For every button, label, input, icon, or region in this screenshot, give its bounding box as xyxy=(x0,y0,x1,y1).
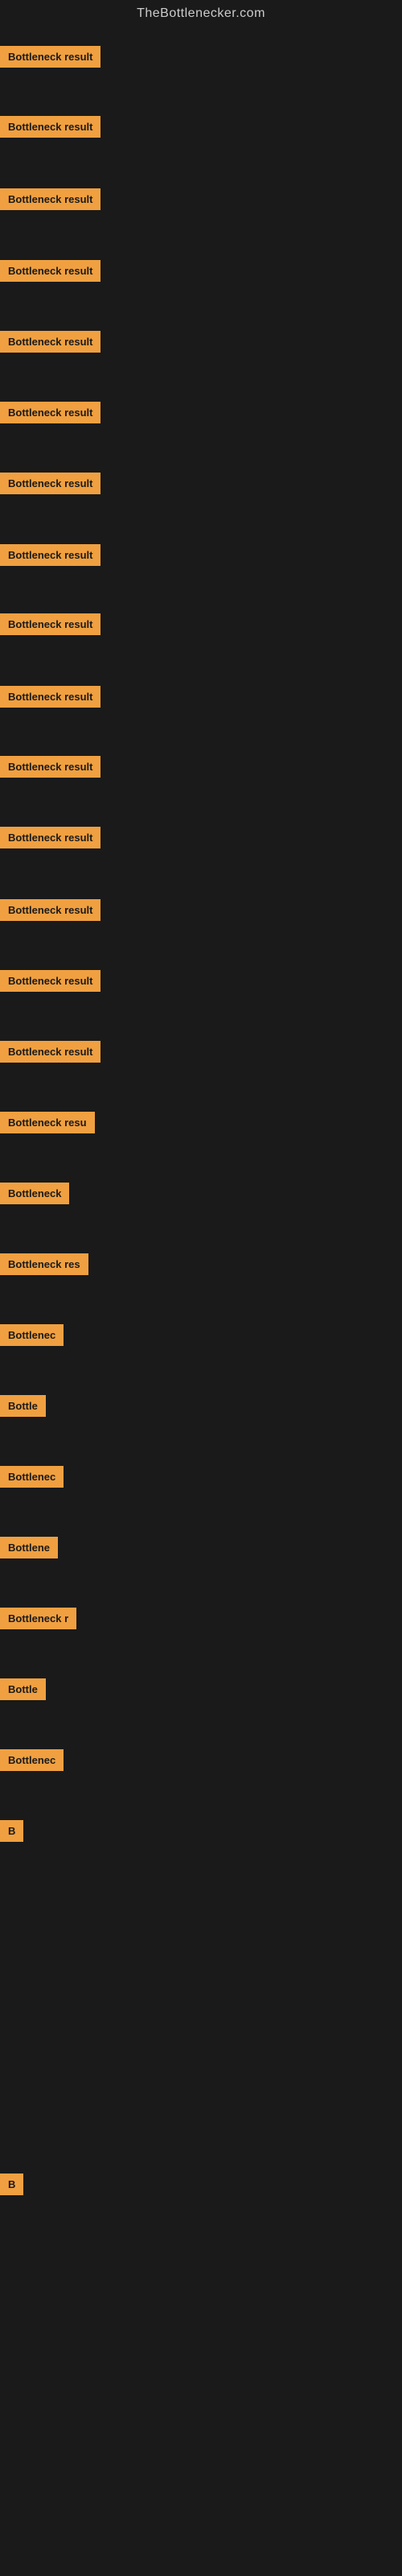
bottleneck-item: Bottleneck xyxy=(0,1183,69,1208)
bottleneck-item: Bottleneck result xyxy=(0,331,100,357)
bottleneck-item: B xyxy=(0,1820,23,1846)
bottleneck-badge[interactable]: Bottlenec xyxy=(0,1466,64,1488)
bottleneck-item: Bottle xyxy=(0,1395,46,1421)
bottleneck-badge[interactable]: Bottleneck res xyxy=(0,1253,88,1275)
bottleneck-item: B xyxy=(0,2174,23,2199)
bottleneck-badge[interactable]: Bottleneck result xyxy=(0,402,100,423)
bottleneck-badge[interactable]: Bottleneck result xyxy=(0,331,100,353)
bottleneck-badge[interactable]: Bottleneck result xyxy=(0,970,100,992)
bottleneck-item: Bottle xyxy=(0,1678,46,1704)
bottleneck-item: Bottleneck resu xyxy=(0,1112,95,1137)
bottleneck-item: Bottleneck result xyxy=(0,260,100,286)
bottleneck-badge[interactable]: Bottleneck result xyxy=(0,899,100,921)
bottleneck-badge[interactable]: Bottlenec xyxy=(0,1324,64,1346)
bottleneck-badge[interactable]: Bottleneck result xyxy=(0,827,100,848)
bottleneck-item: Bottleneck result xyxy=(0,827,100,852)
bottleneck-badge[interactable]: Bottleneck result xyxy=(0,188,100,210)
bottleneck-badge[interactable]: Bottle xyxy=(0,1678,46,1700)
bottleneck-badge[interactable]: B xyxy=(0,1820,23,1842)
bottleneck-item: Bottleneck result xyxy=(0,473,100,498)
bottleneck-badge[interactable]: Bottleneck result xyxy=(0,473,100,494)
bottleneck-item: Bottleneck result xyxy=(0,1041,100,1067)
bottleneck-badge[interactable]: Bottleneck result xyxy=(0,260,100,282)
bottleneck-badge[interactable]: Bottleneck result xyxy=(0,1041,100,1063)
bottleneck-badge[interactable]: B xyxy=(0,2174,23,2195)
bottleneck-item: Bottlenec xyxy=(0,1466,64,1492)
bottleneck-item: Bottlenec xyxy=(0,1324,64,1350)
bottleneck-badge[interactable]: Bottleneck xyxy=(0,1183,69,1204)
bottleneck-badge[interactable]: Bottleneck result xyxy=(0,686,100,708)
bottleneck-item: Bottleneck result xyxy=(0,686,100,712)
bottleneck-item: Bottleneck result xyxy=(0,899,100,925)
bottleneck-badge[interactable]: Bottle xyxy=(0,1395,46,1417)
bottleneck-badge[interactable]: Bottlene xyxy=(0,1537,58,1558)
site-title: TheBottlenecker.com xyxy=(0,0,402,27)
bottleneck-badge[interactable]: Bottleneck result xyxy=(0,756,100,778)
bottleneck-badge[interactable]: Bottleneck result xyxy=(0,544,100,566)
bottleneck-badge[interactable]: Bottleneck result xyxy=(0,46,100,68)
bottleneck-item: Bottlenec xyxy=(0,1749,64,1775)
bottleneck-badge[interactable]: Bottlenec xyxy=(0,1749,64,1771)
bottleneck-item: Bottleneck result xyxy=(0,402,100,427)
bottleneck-badge[interactable]: Bottleneck r xyxy=(0,1608,76,1629)
bottleneck-badge[interactable]: Bottleneck result xyxy=(0,116,100,138)
bottleneck-item: Bottlene xyxy=(0,1537,58,1563)
bottleneck-item: Bottleneck result xyxy=(0,544,100,570)
bottleneck-badge[interactable]: Bottleneck result xyxy=(0,613,100,635)
bottleneck-item: Bottleneck result xyxy=(0,613,100,639)
bottleneck-item: Bottleneck res xyxy=(0,1253,88,1279)
bottleneck-item: Bottleneck r xyxy=(0,1608,76,1633)
bottleneck-item: Bottleneck result xyxy=(0,46,100,72)
bottleneck-item: Bottleneck result xyxy=(0,116,100,142)
bottleneck-item: Bottleneck result xyxy=(0,756,100,782)
bottleneck-item: Bottleneck result xyxy=(0,970,100,996)
bottleneck-item: Bottleneck result xyxy=(0,188,100,214)
bottleneck-badge[interactable]: Bottleneck resu xyxy=(0,1112,95,1133)
